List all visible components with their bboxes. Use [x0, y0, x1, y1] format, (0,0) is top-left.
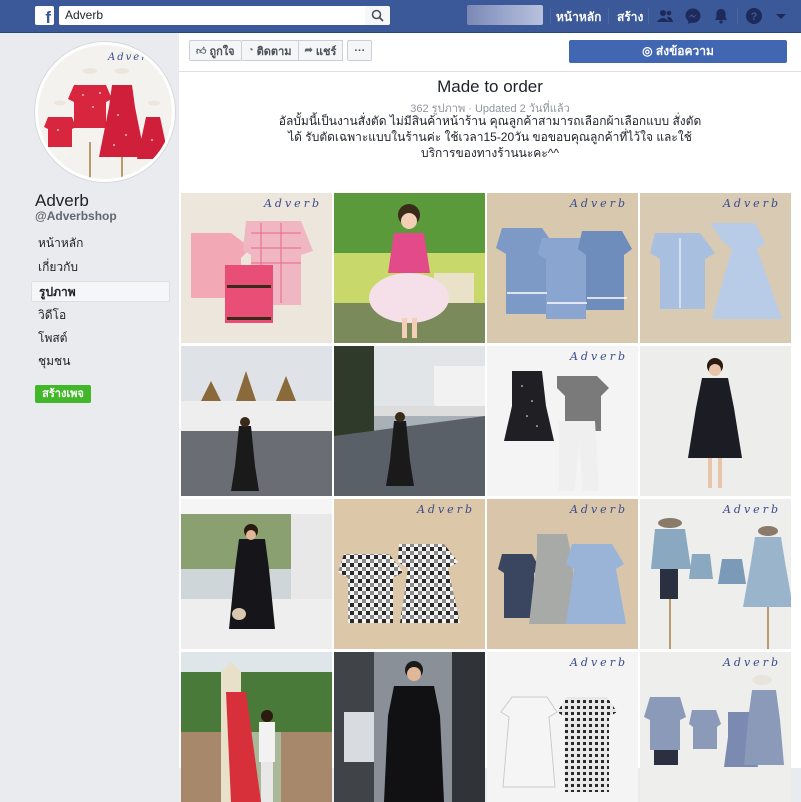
photo-thumbnail[interactable]: Adverb: [640, 499, 791, 649]
photo-thumbnail[interactable]: [181, 499, 332, 649]
search-icon: [371, 9, 384, 22]
sidebar-item-home[interactable]: หน้าหลัก: [31, 233, 170, 254]
photo-thumbnail[interactable]: [334, 346, 485, 496]
divider: [179, 71, 801, 72]
photo-thumbnail[interactable]: Adverb: [487, 499, 638, 649]
friends-icon[interactable]: [656, 7, 674, 25]
share-button[interactable]: ➦ แชร์: [298, 40, 344, 61]
watermark: Adverb: [722, 503, 781, 516]
send-message-label: ส่งข้อความ: [655, 44, 714, 58]
photo-thumbnail[interactable]: Adverb: [181, 193, 332, 343]
profile-link[interactable]: [467, 5, 543, 25]
messenger-icon: ◎: [642, 44, 656, 58]
page-profile-picture[interactable]: Adverb: [35, 42, 175, 182]
search-input[interactable]: Adverb: [59, 6, 365, 25]
photo-thumbnail[interactable]: Adverb: [334, 499, 485, 649]
photo-thumbnail[interactable]: [181, 346, 332, 496]
rss-icon: ◔: [247, 45, 254, 56]
photo-thumbnail[interactable]: Adverb: [640, 652, 791, 802]
photo-thumbnail[interactable]: [181, 652, 332, 802]
sidebar-item-community[interactable]: ชุมชน: [31, 351, 170, 372]
nav-divider: [737, 8, 738, 24]
nav-divider: [648, 8, 649, 24]
photo-thumbnail[interactable]: [334, 193, 485, 343]
svg-text:?: ?: [751, 11, 758, 23]
share-arrow-icon: ➦: [304, 45, 313, 56]
watermark: Adverb: [569, 197, 628, 210]
sidebar-item-photos[interactable]: รูปภาพ: [31, 281, 170, 302]
photo-thumbnail[interactable]: Adverb: [640, 193, 791, 343]
page-actions-toolbar: 👍︎ ถูกใจ ◔ ติดตาม ➦ แชร์ ···: [189, 40, 373, 61]
send-message-button[interactable]: ◎ ส่งข้อความ: [569, 40, 787, 63]
caret-down-icon[interactable]: [772, 7, 790, 25]
watermark: Adverb: [569, 350, 628, 363]
watermark: Adverb: [416, 503, 475, 516]
photo-thumbnail[interactable]: [640, 346, 791, 496]
album-panel: 👍︎ ถูกใจ ◔ ติดตาม ➦ แชร์ ··· ◎ ส่งข้อความ M…: [179, 33, 801, 802]
page-name[interactable]: Adverb: [35, 191, 89, 211]
sidebar-item-about[interactable]: เกี่ยวกับ: [31, 257, 170, 278]
svg-text:Adverb: Adverb: [107, 52, 156, 63]
photo-thumbnail[interactable]: Adverb: [487, 193, 638, 343]
photo-thumbnail[interactable]: Adverb: [487, 652, 638, 802]
nav-divider: [550, 8, 551, 24]
facebook-logo-icon[interactable]: f: [35, 6, 54, 25]
messenger-icon[interactable]: [684, 7, 702, 25]
create-page-button[interactable]: สร้างเพจ: [35, 385, 91, 403]
nav-divider: [608, 8, 609, 24]
create-link[interactable]: สร้าง: [617, 8, 643, 27]
watermark: Adverb: [569, 503, 628, 516]
like-button[interactable]: 👍︎ ถูกใจ: [189, 40, 242, 61]
help-icon[interactable]: ?: [745, 7, 763, 25]
sidebar-item-videos[interactable]: วิดีโอ: [31, 305, 170, 326]
thumbs-up-icon: 👍︎: [196, 45, 207, 57]
watermark: Adverb: [722, 197, 781, 210]
watermark: Adverb: [263, 197, 322, 210]
album-title: Made to order: [437, 77, 543, 96]
top-navigation-bar: f Adverb หน้าหลัก สร้าง ?: [0, 0, 801, 33]
photo-thumbnail[interactable]: Adverb: [487, 346, 638, 496]
album-description: อัลบั้มนี้เป็นงานสั่งตัด ไม่มีสินค้าหน้า…: [278, 114, 702, 160]
sidebar-item-posts[interactable]: โพสต์: [31, 328, 170, 349]
notifications-icon[interactable]: [712, 7, 730, 25]
follow-label: ติดตาม: [256, 45, 292, 58]
search-button[interactable]: [365, 6, 390, 25]
home-link[interactable]: หน้าหลัก: [556, 8, 601, 27]
watermark: Adverb: [722, 656, 781, 669]
like-label: ถูกใจ: [209, 45, 235, 58]
share-label: แชร์: [315, 45, 337, 58]
watermark: Adverb: [569, 656, 628, 669]
photo-thumbnail[interactable]: [334, 652, 485, 802]
more-options-button[interactable]: ···: [347, 40, 373, 61]
page-sidebar: Adverb Adverb @Adverbshop หน้าหลัก เกี่ย…: [0, 33, 179, 768]
page-handle[interactable]: @Adverbshop: [35, 209, 117, 223]
follow-button[interactable]: ◔ ติดตาม: [241, 40, 299, 61]
